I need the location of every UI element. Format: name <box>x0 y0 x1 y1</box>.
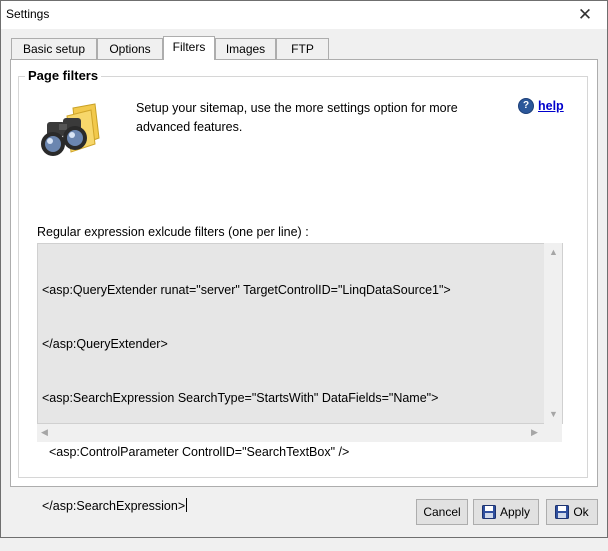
scroll-up-icon[interactable]: ▲ <box>549 247 558 257</box>
cancel-button[interactable]: Cancel <box>416 499 468 525</box>
horizontal-scrollbar[interactable]: ◀ ▶ <box>37 424 544 442</box>
scroll-left-icon[interactable]: ◀ <box>41 427 48 438</box>
filter-line: <asp:ControlParameter ControlID="SearchT… <box>42 445 350 459</box>
tab-options[interactable]: Options <box>97 38 163 59</box>
floppy-disk-icon <box>555 505 570 519</box>
filters-panel: Page filters Setup your sitemap, use the… <box>10 59 598 513</box>
tab-ftp[interactable]: FTP <box>276 38 329 59</box>
close-button[interactable]: ✕ <box>563 1 607 29</box>
apply-button[interactable]: Apply <box>473 499 539 525</box>
floppy-disk-icon <box>481 505 496 519</box>
help-icon: ? <box>518 98 534 114</box>
ok-button-label: Ok <box>573 505 589 519</box>
filter-line: </asp:SearchExpression> <box>42 499 186 513</box>
group-title: Page filters <box>25 68 102 83</box>
vertical-scrollbar[interactable]: ▲ ▼ <box>544 243 562 424</box>
tab-images[interactable]: Images <box>215 38 276 59</box>
help-link-group[interactable]: ? help <box>518 98 564 114</box>
filter-line: <asp:QueryExtender runat="server" Target… <box>42 283 451 297</box>
binoculars-icon <box>41 103 100 156</box>
window-title: Settings <box>6 7 50 21</box>
filters-textarea[interactable]: <asp:QueryExtender runat="server" Target… <box>37 243 563 513</box>
ok-button[interactable]: Ok <box>546 499 598 525</box>
intro-text: Setup your sitemap, use the more setting… <box>136 101 458 134</box>
page-filters-group: Page filters Setup your sitemap, use the… <box>18 68 588 513</box>
scroll-down-icon[interactable]: ▼ <box>549 409 558 419</box>
apply-button-label: Apply <box>499 505 531 519</box>
filter-line: <asp:SearchExpression SearchType="Starts… <box>42 391 439 405</box>
help-link[interactable]: help <box>538 99 564 113</box>
settings-window: Settings ✕ Basic setup Options Filters I… <box>0 0 608 538</box>
filter-line: </asp:QueryExtender> <box>42 337 168 351</box>
text-caret <box>186 498 188 512</box>
tab-filters[interactable]: Filters <box>163 36 215 60</box>
scrollbar-corner <box>544 424 562 442</box>
scroll-right-icon[interactable]: ▶ <box>531 427 538 438</box>
close-icon: ✕ <box>577 5 593 24</box>
title-bar: Settings ✕ <box>1 1 607 29</box>
cancel-button-label: Cancel <box>423 505 461 519</box>
tab-basic-setup[interactable]: Basic setup <box>11 38 97 59</box>
filters-label: Regular expression exlcude filters (one … <box>37 225 309 239</box>
